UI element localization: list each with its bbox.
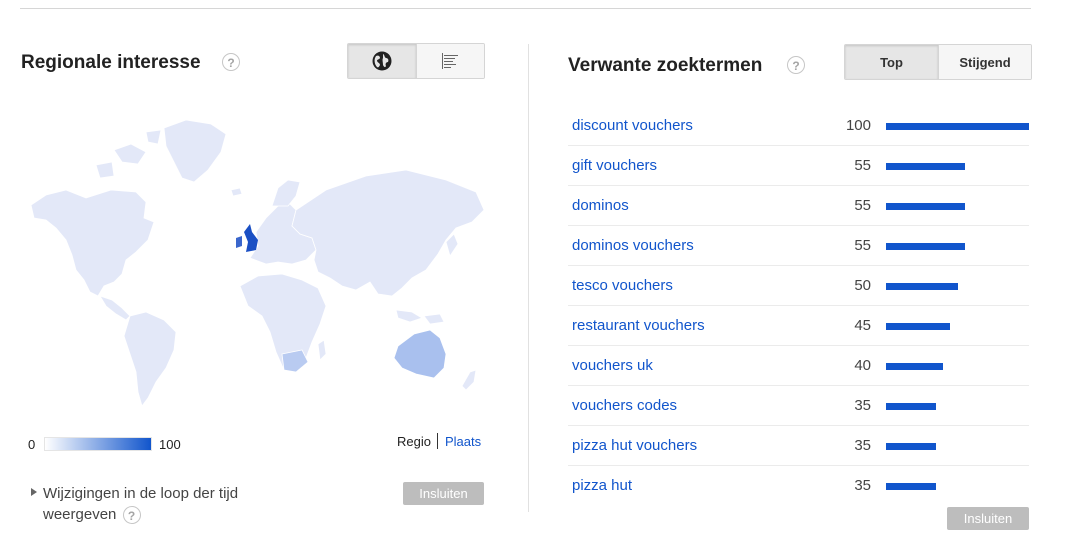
term-bar (886, 363, 943, 370)
legend-max: 100 (159, 437, 181, 452)
expand-triangle-icon[interactable] (31, 488, 37, 496)
term-bar (886, 283, 958, 290)
term-link[interactable]: restaurant vouchers (572, 317, 705, 334)
help-icon[interactable]: ? (122, 506, 141, 525)
term-link[interactable]: pizza hut (572, 477, 632, 494)
term-link[interactable]: vouchers uk (572, 357, 653, 374)
map-view-toggle (347, 43, 485, 79)
changes-over-time-label: Wijzigingen in de loop der tijd weergeve… (43, 485, 239, 523)
list-item[interactable]: vouchers uk 40 (568, 346, 1029, 386)
list-item[interactable]: discount vouchers 100 (568, 106, 1029, 146)
bar-list-icon (441, 53, 458, 69)
term-link[interactable]: vouchers codes (572, 397, 677, 414)
legend-min: 0 (28, 437, 36, 452)
term-bar (886, 443, 936, 450)
embed-button-related[interactable]: Insluiten (947, 507, 1029, 530)
help-icon[interactable]: ? (787, 56, 805, 74)
city-toggle[interactable]: Plaats (445, 434, 481, 449)
related-terms-list: discount vouchers 100 gift vouchers 55 dom… (568, 106, 1029, 506)
term-link[interactable]: dominos (572, 197, 629, 214)
region-toggle[interactable]: Regio (397, 434, 431, 449)
list-item[interactable]: dominos vouchers 55 (568, 226, 1029, 266)
regional-interest-title: Regionale interesse (21, 52, 201, 73)
map-united-kingdom (244, 224, 258, 252)
term-bar (886, 323, 950, 330)
term-bar (886, 163, 965, 170)
region-separator (437, 433, 438, 449)
term-value: 35 (854, 437, 871, 454)
world-map[interactable] (26, 110, 486, 410)
term-value: 40 (854, 357, 871, 374)
list-item[interactable]: pizza hut vouchers 35 (568, 426, 1029, 466)
map-greenland (163, 119, 227, 183)
map-south-america (123, 311, 177, 407)
list-view-button[interactable] (416, 44, 484, 78)
map-asia (291, 169, 485, 297)
top-divider (20, 8, 1031, 9)
map-north-america (30, 189, 155, 297)
term-bar (886, 403, 936, 410)
term-value: 55 (854, 197, 871, 214)
term-value: 35 (854, 477, 871, 494)
term-value: 55 (854, 157, 871, 174)
term-link[interactable]: pizza hut vouchers (572, 437, 697, 454)
section-divider (528, 44, 529, 512)
term-value: 100 (845, 117, 871, 134)
term-value: 45 (854, 317, 871, 334)
map-ireland (236, 236, 242, 248)
globe-icon (372, 51, 392, 71)
term-bar (886, 243, 965, 250)
map-view-button[interactable] (348, 44, 416, 78)
legend-gradient (44, 437, 152, 451)
term-link[interactable]: tesco vouchers (572, 277, 673, 294)
term-value: 55 (854, 237, 871, 254)
map-australia (393, 329, 447, 379)
list-item[interactable]: restaurant vouchers 45 (568, 306, 1029, 346)
changes-over-time-link[interactable]: Wijzigingen in de loop der tijd weergeve… (43, 483, 283, 525)
help-icon[interactable]: ? (222, 53, 240, 71)
term-value: 35 (854, 397, 871, 414)
term-bar (886, 483, 936, 490)
term-link[interactable]: gift vouchers (572, 157, 657, 174)
map-central-america (99, 295, 131, 321)
embed-button-regional[interactable]: Insluiten (403, 482, 484, 505)
list-item[interactable]: dominos 55 (568, 186, 1029, 226)
list-item[interactable]: vouchers codes 35 (568, 386, 1029, 426)
term-value: 50 (854, 277, 871, 294)
tab-top[interactable]: Top (845, 45, 938, 79)
term-bar (886, 123, 1029, 130)
tab-rising[interactable]: Stijgend (938, 45, 1031, 79)
term-link[interactable]: dominos vouchers (572, 237, 694, 254)
term-bar (886, 203, 965, 210)
list-item[interactable]: pizza hut 35 (568, 466, 1029, 506)
term-link[interactable]: discount vouchers (572, 117, 693, 134)
related-terms-title: Verwante zoektermen (568, 55, 763, 76)
list-item[interactable]: tesco vouchers 50 (568, 266, 1029, 306)
list-item[interactable]: gift vouchers 55 (568, 146, 1029, 186)
related-tabs: Top Stijgend (844, 44, 1032, 80)
